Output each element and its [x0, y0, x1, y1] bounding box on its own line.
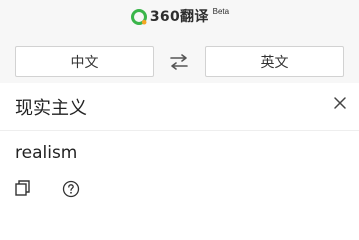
translator-panel: 360翻译 Beta 中文 英文 现实主义 realism [0, 0, 359, 211]
translated-text: realism [15, 143, 78, 163]
translation-result: realism [0, 131, 359, 211]
header: 360翻译 Beta [0, 0, 359, 33]
source-language-label: 中文 [70, 54, 99, 71]
beta-badge: Beta [212, 7, 230, 16]
source-input-area[interactable]: 现实主义 [0, 83, 359, 131]
target-language-label: 英文 [260, 54, 289, 71]
360-logo-icon [130, 8, 147, 25]
language-bar: 中文 英文 [0, 33, 359, 83]
app-title: 360翻译 [149, 8, 209, 25]
source-language-button[interactable]: 中文 [15, 46, 154, 77]
close-icon[interactable] [333, 96, 347, 110]
logo: 360翻译 Beta [130, 7, 230, 26]
target-language-button[interactable]: 英文 [205, 46, 344, 77]
copy-icon[interactable] [14, 179, 32, 197]
swap-arrows-icon[interactable] [167, 53, 191, 71]
help-icon[interactable] [62, 180, 80, 198]
source-text[interactable]: 现实主义 [15, 94, 87, 120]
